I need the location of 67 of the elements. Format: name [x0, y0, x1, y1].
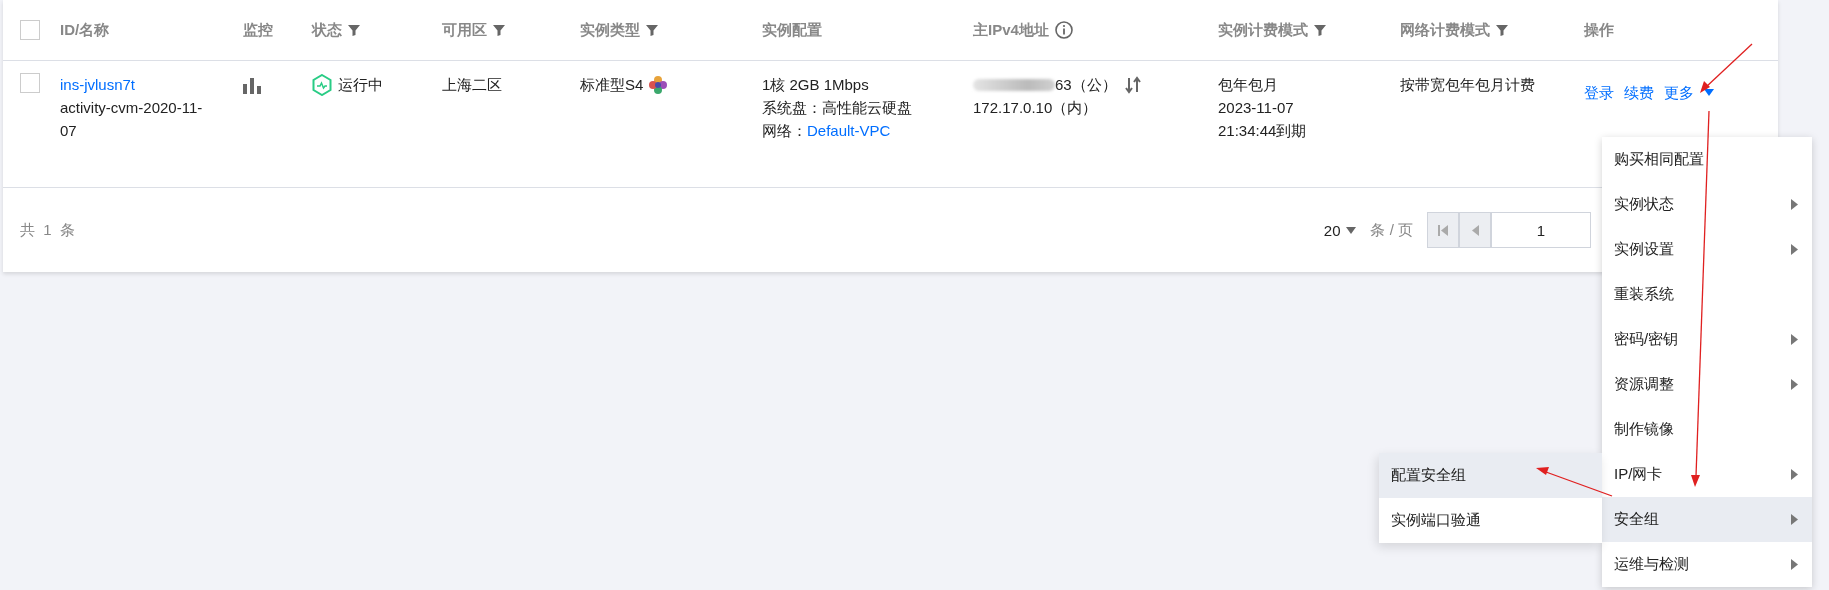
filter-icon[interactable] [646, 24, 658, 36]
column-header: 主IPv4地址 [973, 20, 1049, 40]
action-link[interactable]: 登录 [1584, 81, 1614, 104]
status-text: 运行中 [338, 75, 383, 95]
column-header: 网络计费模式 [1400, 20, 1490, 40]
submenu-arrow-icon [1791, 469, 1798, 480]
dropdown-caret-icon [1346, 226, 1357, 234]
vpc-link[interactable]: Default-VPC [807, 119, 891, 142]
page-unit: 条 / 页 [1370, 220, 1413, 240]
page-size-select[interactable]: 20 [1323, 221, 1357, 239]
caret-icon [1704, 89, 1714, 96]
network-label: 网络： [762, 121, 807, 141]
submenu-arrow-icon [1791, 199, 1798, 210]
column-header: 状态 [312, 20, 342, 40]
menu-item[interactable]: 安全组 [1602, 497, 1812, 542]
menu-item[interactable]: 运维与检测 [1602, 542, 1812, 587]
column-header: 操作 [1584, 20, 1614, 40]
submenu-arrow-icon [1791, 514, 1798, 525]
menu-item[interactable]: IP/网卡 [1602, 452, 1812, 497]
menu-item[interactable]: 购买相同配置 [1602, 137, 1812, 182]
filter-icon[interactable] [1496, 24, 1508, 36]
column-header: 实例配置 [762, 20, 822, 40]
instance-type: 标准型S4 [580, 75, 644, 95]
total-count: 共 1 条 [20, 220, 77, 240]
flower-logo-icon [649, 75, 668, 94]
column-header: 实例类型 [580, 20, 640, 40]
action-link[interactable]: 续费 [1624, 81, 1654, 104]
status-hexagon-icon [312, 73, 332, 96]
menu-item[interactable]: 重装系统 [1602, 272, 1812, 317]
instance-id-link[interactable]: ins-jvlusn7t [60, 73, 210, 96]
disk-text: 系统盘：高性能云硬盘 [762, 98, 913, 118]
menu-item[interactable]: 实例设置 [1602, 227, 1812, 272]
column-header: 监控 [243, 20, 273, 40]
select-all-checkbox[interactable] [20, 20, 40, 40]
private-ip: 172.17.0.10（内） [973, 98, 1099, 118]
column-header: 可用区 [442, 20, 487, 40]
row-checkbox[interactable] [20, 73, 40, 93]
instance-name: activity-cvm-2020-11-07 [60, 98, 204, 141]
more-link[interactable]: 更多 [1664, 81, 1694, 104]
submenu-arrow-icon [1791, 379, 1798, 390]
page-input[interactable]: 1 [1491, 212, 1591, 248]
expiry-text: 2023-11-07 21:34:44到期 [1218, 98, 1308, 141]
bar-chart-icon[interactable] [243, 76, 261, 94]
submenu-arrow-icon [1791, 244, 1798, 255]
annotation-arrow [1700, 43, 1753, 93]
filter-icon[interactable] [493, 24, 505, 36]
billing-mode: 包年包月 [1218, 75, 1279, 95]
menu-item[interactable]: 制作镜像 [1602, 407, 1812, 452]
submenu-arrow-icon [1791, 559, 1798, 570]
menu-item[interactable]: 实例状态 [1602, 182, 1812, 227]
swap-icon[interactable] [1124, 75, 1141, 94]
public-ip: 63（公） [1055, 75, 1117, 95]
submenu-item[interactable]: 配置安全组 [1379, 453, 1602, 498]
filter-icon[interactable] [348, 24, 360, 36]
menu-item[interactable]: 资源调整 [1602, 362, 1812, 407]
submenu-arrow-icon [1791, 334, 1798, 345]
submenu-item[interactable]: 实例端口验通 [1379, 498, 1602, 543]
prev-page-icon [1471, 224, 1479, 236]
column-header: ID/名称 [60, 20, 110, 40]
info-icon[interactable] [1054, 21, 1073, 39]
filter-icon[interactable] [1314, 24, 1326, 36]
menu-item[interactable]: 密码/密钥 [1602, 317, 1812, 362]
first-page-icon [1438, 224, 1448, 236]
zone-text: 上海二区 [442, 75, 503, 95]
config-text: 1核 2GB 1Mbps [762, 75, 870, 95]
column-header: 实例计费模式 [1218, 20, 1308, 40]
network-billing-text: 按带宽包年包月计费 [1400, 75, 1536, 95]
